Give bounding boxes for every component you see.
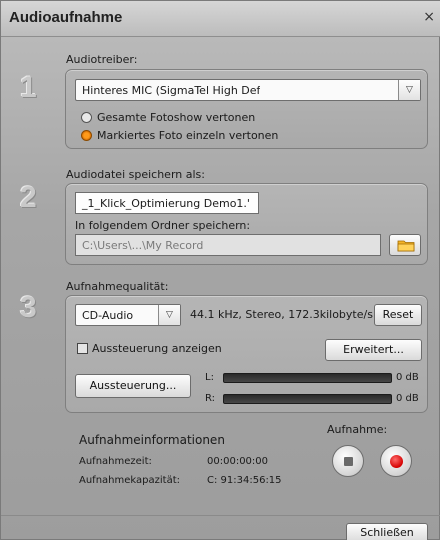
right-db-value: 0 dB [396,393,419,404]
checkbox-icon[interactable] [77,343,88,354]
radio-selected-photo[interactable]: Markiertes Foto einzeln vertonen [81,129,278,142]
audio-driver-value: Hinteres MIC (SigmaTel High Def [82,84,261,97]
left-level-meter [223,373,392,383]
level-button[interactable]: Aussteuerung... [75,374,191,398]
quality-value: CD-Audio [82,309,134,322]
show-level-label: Aussteuerung anzeigen [92,342,222,355]
radio-whole-show[interactable]: Gesamte Fotoshow vertonen [81,111,255,124]
radio-whole-show-label: Gesamte Fotoshow vertonen [97,111,256,124]
radio-button-checked-icon[interactable] [81,130,92,141]
show-level-checkbox[interactable]: Aussteuerung anzeigen [77,342,222,355]
record-button[interactable] [380,445,412,477]
step-number-3: 3 [20,291,37,324]
quality-label: Aufnahmequalität: [66,280,169,293]
browse-folder-button[interactable] [389,234,421,256]
right-channel-label: R: [205,393,216,404]
filename-value: _1_Klick_Optimierung Demo1.' [82,197,250,210]
recording-time-value: 00:00:00:00 [207,456,269,467]
close-icon[interactable]: × [423,9,435,25]
radio-button-icon[interactable] [81,112,92,123]
chevron-down-icon[interactable]: ▽ [158,305,180,325]
left-channel-label: L: [205,372,214,383]
radio-selected-photo-label: Markiertes Foto einzeln vertonen [97,129,279,142]
save-file-label: Audiodatei speichern als: [66,168,205,181]
recording-label: Aufnahme: [327,423,388,436]
right-level-meter [223,394,392,404]
folder-path-input[interactable]: C:\Users\...\My Record [75,234,381,256]
chevron-down-icon[interactable]: ▽ [398,80,420,100]
left-db-value: 0 dB [396,372,419,383]
step-number-2: 2 [20,181,37,214]
folder-label: In folgendem Ordner speichern: [75,219,251,232]
audio-recording-dialog: Audioaufnahme × 1 Audiotreiber: Hinteres… [0,0,440,540]
folder-path-value: C:\Users\...\My Record [82,239,204,252]
folder-icon [397,240,415,252]
dialog-title: Audioaufnahme [9,9,123,26]
audio-driver-label: Audiotreiber: [66,53,138,66]
stop-button[interactable] [332,445,364,477]
title-bar: Audioaufnahme × [1,1,440,37]
stop-icon [344,457,353,466]
step-number-1: 1 [20,71,37,104]
recording-capacity-value: C: 91:34:56:15 [207,475,282,486]
advanced-button[interactable]: Erweitert... [325,339,422,361]
record-icon [390,455,403,468]
recording-info-heading: Aufnahmeinformationen [79,433,225,447]
filename-input[interactable]: _1_Klick_Optimierung Demo1.' [75,192,259,214]
audio-driver-select[interactable]: Hinteres MIC (SigmaTel High Def ▽ [75,79,421,101]
recording-capacity-key: Aufnahmekapazität: [79,475,180,486]
quality-select[interactable]: CD-Audio ▽ [75,304,181,326]
close-button[interactable]: Schließen [346,523,428,540]
quality-info: 44.1 kHz, Stereo, 172.3kilobyte/s [190,308,373,321]
recording-time-key: Aufnahmezeit: [79,456,152,467]
footer-divider [1,515,440,516]
reset-button[interactable]: Reset [374,304,422,326]
